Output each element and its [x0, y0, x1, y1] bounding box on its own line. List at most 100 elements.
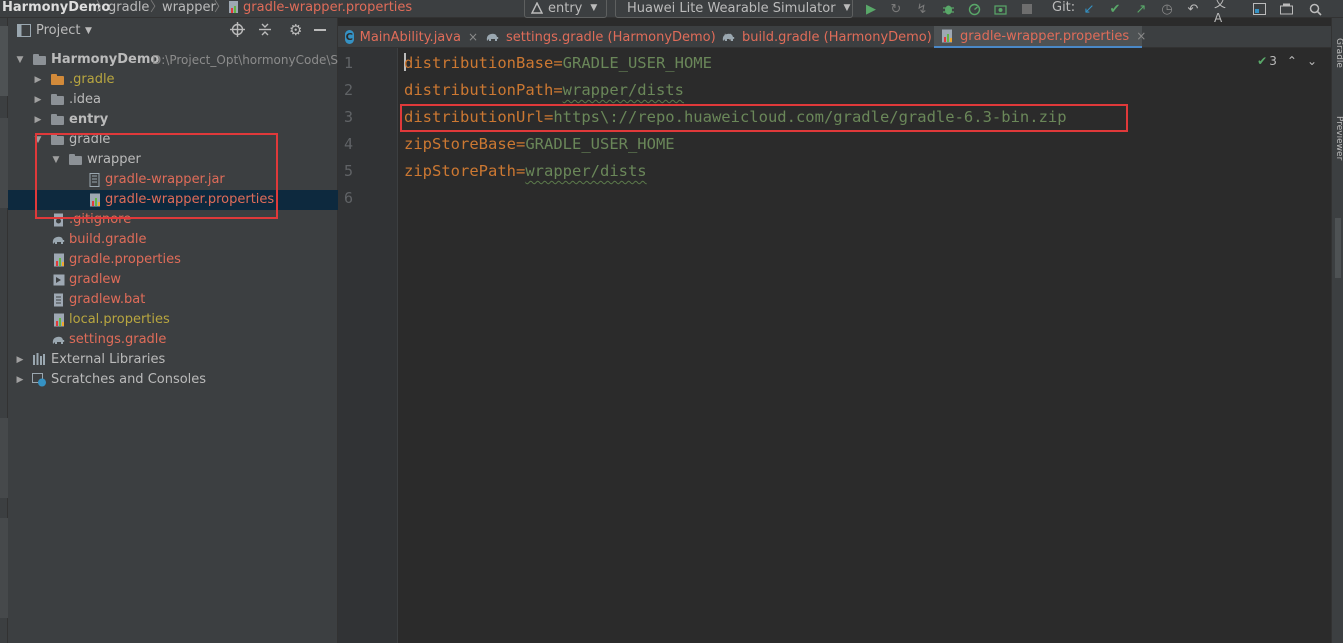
scratches-icon: [32, 373, 46, 387]
folder-icon: [51, 94, 64, 105]
device-select[interactable]: Huawei Lite Wearable Simulator ▼: [615, 0, 853, 18]
gradle-elephant-icon: [721, 31, 736, 43]
build-variants-tool-tab[interactable]: [0, 518, 8, 618]
close-icon[interactable]: ×: [468, 30, 478, 44]
properties-file-icon: [53, 313, 67, 327]
script-file-icon: [53, 273, 67, 287]
tree-item-gradle-properties[interactable]: gradle.properties: [8, 250, 338, 270]
tab-gradle-wrapper-properties[interactable]: gradle-wrapper.properties ×: [934, 26, 1146, 48]
hide-panel-icon[interactable]: [314, 29, 326, 31]
inspection-widget[interactable]: ✔ 3 ⌃ ⌄: [1257, 54, 1317, 68]
code-line[interactable]: zipStoreBase=GRADLE_USER_HOME: [404, 131, 675, 158]
rollback-icon[interactable]: ↶: [1184, 0, 1202, 18]
tab-label: MainAbility.java: [359, 29, 461, 45]
favorites-tool-tab[interactable]: [0, 418, 8, 498]
debug-icon[interactable]: [939, 0, 957, 18]
stop-icon[interactable]: [1018, 0, 1036, 18]
tab-build-gradle[interactable]: build.gradle (HarmonyDemo) ×: [714, 26, 949, 48]
project-panel: Project ▼ ⚙ ▼ HarmonyDemo D:\Project_Opt…: [8, 18, 342, 643]
highlight-box-wrapper-folder: [35, 133, 278, 219]
tree-item-idea[interactable]: ▶ .idea: [8, 90, 338, 110]
editor-scrollbar[interactable]: [1335, 218, 1341, 278]
chevron-down-icon[interactable]: ⌄: [1307, 54, 1317, 68]
translate-icon[interactable]: 文A: [1214, 0, 1234, 25]
tree-item-label: .gradle: [69, 72, 115, 87]
tree-item-entry[interactable]: ▶ entry: [8, 110, 338, 130]
property-key: zipStorePath: [404, 162, 516, 180]
tree-item-label: HarmonyDemo: [51, 52, 160, 67]
apply-changes-icon[interactable]: ↯: [913, 0, 931, 18]
editor-tab-bar: C MainAbility.java × settings.gradle (Ha…: [338, 26, 1331, 48]
chevron-right-icon[interactable]: ▶: [32, 110, 44, 130]
tree-item-local-properties[interactable]: local.properties: [8, 310, 338, 330]
property-value: GRADLE_USER_HOME: [525, 135, 675, 153]
chevron-right-icon[interactable]: ▶: [14, 370, 26, 390]
tab-settings-gradle[interactable]: settings.gradle (HarmonyDemo) ×: [478, 26, 733, 48]
profile-icon[interactable]: [965, 0, 983, 18]
code-editor[interactable]: distributionBase=GRADLE_USER_HOME distri…: [399, 48, 1331, 643]
gradle-elephant-icon: [51, 233, 65, 247]
tree-item-label: gradlew.bat: [69, 292, 146, 307]
line-number: 1: [344, 54, 354, 72]
tree-item-gradlew[interactable]: gradlew: [8, 270, 338, 290]
chevron-right-icon[interactable]: ▶: [32, 90, 44, 110]
git-commit-icon[interactable]: ✔: [1106, 0, 1124, 18]
run-icon[interactable]: ▶: [863, 0, 879, 18]
tree-item-external-libraries[interactable]: ▶ External Libraries: [8, 350, 338, 370]
git-update-icon[interactable]: ↙: [1080, 0, 1098, 18]
line-number-gutter: 1 2 3 4 5 6: [338, 48, 398, 643]
tab-main-ability[interactable]: C MainAbility.java ×: [338, 26, 478, 48]
breadcrumb-wrapper[interactable]: wrapper: [162, 0, 216, 17]
code-line[interactable]: distributionPath=wrapper/dists: [404, 77, 684, 104]
code-line[interactable]: zipStorePath=wrapper/dists: [404, 158, 647, 185]
rerun-icon[interactable]: ↻: [887, 0, 905, 18]
project-panel-header: Project ▼ ⚙: [8, 18, 338, 44]
tree-item-label: External Libraries: [51, 352, 166, 367]
tree-item-label: gradle.properties: [69, 252, 181, 267]
project-view-icon: [17, 24, 31, 41]
left-tool-strip: [0, 18, 8, 643]
gear-icon[interactable]: ⚙: [289, 21, 302, 39]
locate-file-icon[interactable]: [230, 22, 245, 41]
project-tool-tab[interactable]: [0, 26, 8, 96]
history-icon[interactable]: ◷: [1158, 0, 1176, 18]
chevron-right-icon[interactable]: ▶: [14, 350, 26, 370]
chevron-up-icon[interactable]: ⌃: [1287, 54, 1297, 68]
tree-item-gradle-cache[interactable]: ▶ .gradle: [8, 70, 338, 90]
chevron-down-icon: ▼: [590, 3, 598, 13]
attach-debugger-icon[interactable]: [991, 0, 1009, 18]
highlight-box-distribution-url: [400, 104, 1128, 132]
chevron-right-icon[interactable]: ▶: [32, 70, 44, 90]
properties-file-icon: [228, 0, 242, 17]
library-icon: [32, 353, 46, 367]
close-icon[interactable]: ×: [1136, 29, 1146, 43]
breadcrumb-file[interactable]: gradle-wrapper.properties: [243, 0, 412, 17]
tree-item-root[interactable]: ▼ HarmonyDemo D:\Project_Opt\hormonyCode…: [8, 50, 342, 70]
chevron-down-icon[interactable]: ▼: [14, 50, 26, 70]
previewer-tool-tab[interactable]: Previewer: [1333, 116, 1343, 160]
tree-item-gradlew-bat[interactable]: gradlew.bat: [8, 290, 338, 310]
tree-item-label: entry: [69, 112, 109, 127]
tree-item-settings-gradle[interactable]: settings.gradle: [8, 330, 338, 350]
gradle-tool-tab[interactable]: Gradle: [1333, 38, 1343, 68]
line-number: 6: [344, 189, 354, 207]
breadcrumb-project[interactable]: HarmonyDemo: [2, 0, 110, 17]
search-icon[interactable]: [1306, 0, 1324, 18]
git-push-icon[interactable]: ↗: [1132, 0, 1150, 18]
run-config-select[interactable]: entry ▼: [524, 0, 607, 18]
structure-tool-tab[interactable]: [0, 118, 8, 208]
project-view-select[interactable]: Project: [36, 23, 80, 38]
sdk-manager-icon[interactable]: [1277, 0, 1295, 18]
module-folder-icon: [51, 114, 64, 125]
project-structure-icon[interactable]: [1250, 0, 1268, 18]
device-label: Huawei Lite Wearable Simulator: [627, 0, 836, 16]
tree-item-label: gradlew: [69, 272, 122, 287]
chevron-down-icon[interactable]: ▼: [85, 26, 92, 36]
property-key: distributionBase: [404, 54, 554, 72]
breadcrumb-gradle[interactable]: gradle: [108, 0, 149, 17]
code-line[interactable]: distributionBase=GRADLE_USER_HOME: [404, 50, 712, 77]
property-key: zipStoreBase: [404, 135, 516, 153]
tree-item-build-gradle[interactable]: build.gradle: [8, 230, 338, 250]
collapse-all-icon[interactable]: [258, 22, 272, 41]
tree-item-scratches[interactable]: ▶ Scratches and Consoles: [8, 370, 338, 390]
